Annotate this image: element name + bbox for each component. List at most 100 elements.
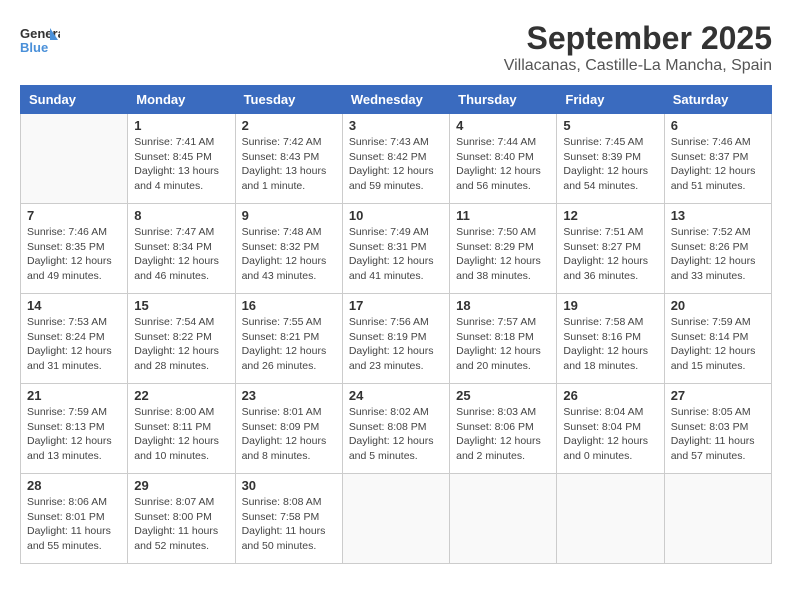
day-number: 3 (349, 118, 443, 133)
day-info: Sunrise: 7:50 AM Sunset: 8:29 PM Dayligh… (456, 225, 550, 284)
calendar-cell: 21 Sunrise: 7:59 AM Sunset: 8:13 PM Dayli… (21, 384, 128, 474)
day-of-week-sunday: Sunday (21, 86, 128, 114)
calendar-cell (557, 474, 664, 564)
day-info: Sunrise: 7:42 AM Sunset: 8:43 PM Dayligh… (242, 135, 336, 194)
calendar-cell: 20Sunrise: 7:59 AM Sunset: 8:14 PM Dayli… (664, 294, 771, 384)
subtitle: Villacanas, Castille-La Mancha, Spain (504, 57, 772, 75)
day-number: 12 (563, 208, 657, 223)
calendar-cell: 1 Sunrise: 7:41 AM Sunset: 8:45 PM Daylig… (128, 114, 235, 204)
logo-icon: General Blue (20, 20, 60, 60)
day-info: Sunrise: 7:52 AM Sunset: 8:26 PM Dayligh… (671, 225, 765, 284)
day-number: 20 (671, 298, 765, 313)
day-info: Sunrise: 7:59 AM Sunset: 8:13 PM Dayligh… (27, 405, 121, 464)
calendar-cell: 7 Sunrise: 7:46 AM Sunset: 8:35 PM Daylig… (21, 204, 128, 294)
calendar-cell: 3 Sunrise: 7:43 AM Sunset: 8:42 PM Daylig… (342, 114, 449, 204)
calendar-cell: 28 Sunrise: 8:06 AM Sunset: 8:01 PM Dayli… (21, 474, 128, 564)
day-number: 4 (456, 118, 550, 133)
week-row-3: 14Sunrise: 7:53 AM Sunset: 8:24 PM Dayli… (21, 294, 772, 384)
day-info: Sunrise: 7:53 AM Sunset: 8:24 PM Dayligh… (27, 315, 121, 374)
day-of-week-friday: Friday (557, 86, 664, 114)
calendar-cell: 29Sunrise: 8:07 AM Sunset: 8:00 PM Dayli… (128, 474, 235, 564)
day-number: 30 (242, 478, 336, 493)
day-info: Sunrise: 7:56 AM Sunset: 8:19 PM Dayligh… (349, 315, 443, 374)
day-info: Sunrise: 7:55 AM Sunset: 8:21 PM Dayligh… (242, 315, 336, 374)
calendar-table: SundayMondayTuesdayWednesdayThursdayFrid… (20, 85, 772, 564)
day-number: 21 (27, 388, 121, 403)
day-number: 19 (563, 298, 657, 313)
day-info: Sunrise: 7:49 AM Sunset: 8:31 PM Dayligh… (349, 225, 443, 284)
day-info: Sunrise: 8:01 AM Sunset: 8:09 PM Dayligh… (242, 405, 336, 464)
svg-text:Blue: Blue (20, 40, 48, 55)
day-header-row: SundayMondayTuesdayWednesdayThursdayFrid… (21, 86, 772, 114)
day-number: 8 (134, 208, 228, 223)
calendar-cell: 19Sunrise: 7:58 AM Sunset: 8:16 PM Dayli… (557, 294, 664, 384)
calendar-cell: 8Sunrise: 7:47 AM Sunset: 8:34 PM Daylig… (128, 204, 235, 294)
calendar-cell: 17 Sunrise: 7:56 AM Sunset: 8:19 PM Dayli… (342, 294, 449, 384)
day-number: 18 (456, 298, 550, 313)
day-number: 10 (349, 208, 443, 223)
calendar-cell: 15 Sunrise: 7:54 AM Sunset: 8:22 PM Dayli… (128, 294, 235, 384)
day-number: 2 (242, 118, 336, 133)
day-info: Sunrise: 8:05 AM Sunset: 8:03 PM Dayligh… (671, 405, 765, 464)
day-number: 13 (671, 208, 765, 223)
day-number: 7 (27, 208, 121, 223)
day-info: Sunrise: 8:07 AM Sunset: 8:00 PM Dayligh… (134, 495, 228, 554)
day-info: Sunrise: 7:43 AM Sunset: 8:42 PM Dayligh… (349, 135, 443, 194)
day-info: Sunrise: 8:03 AM Sunset: 8:06 PM Dayligh… (456, 405, 550, 464)
day-number: 24 (349, 388, 443, 403)
day-number: 26 (563, 388, 657, 403)
day-number: 17 (349, 298, 443, 313)
month-title: September 2025 (504, 20, 772, 57)
week-row-5: 28 Sunrise: 8:06 AM Sunset: 8:01 PM Dayli… (21, 474, 772, 564)
calendar-cell: 5 Sunrise: 7:45 AM Sunset: 8:39 PM Daylig… (557, 114, 664, 204)
day-info: Sunrise: 7:51 AM Sunset: 8:27 PM Dayligh… (563, 225, 657, 284)
day-info: Sunrise: 7:54 AM Sunset: 8:22 PM Dayligh… (134, 315, 228, 374)
calendar-cell: 2 Sunrise: 7:42 AM Sunset: 8:43 PM Daylig… (235, 114, 342, 204)
day-number: 28 (27, 478, 121, 493)
calendar-cell: 12 Sunrise: 7:51 AM Sunset: 8:27 PM Dayli… (557, 204, 664, 294)
week-row-4: 21 Sunrise: 7:59 AM Sunset: 8:13 PM Dayli… (21, 384, 772, 474)
calendar-cell: 9 Sunrise: 7:48 AM Sunset: 8:32 PM Daylig… (235, 204, 342, 294)
day-number: 15 (134, 298, 228, 313)
day-number: 9 (242, 208, 336, 223)
day-number: 1 (134, 118, 228, 133)
day-info: Sunrise: 7:48 AM Sunset: 8:32 PM Dayligh… (242, 225, 336, 284)
calendar-cell: 18 Sunrise: 7:57 AM Sunset: 8:18 PM Dayli… (450, 294, 557, 384)
day-of-week-wednesday: Wednesday (342, 86, 449, 114)
day-info: Sunrise: 7:45 AM Sunset: 8:39 PM Dayligh… (563, 135, 657, 194)
day-info: Sunrise: 8:02 AM Sunset: 8:08 PM Dayligh… (349, 405, 443, 464)
week-row-1: 1 Sunrise: 7:41 AM Sunset: 8:45 PM Daylig… (21, 114, 772, 204)
calendar-cell: 14Sunrise: 7:53 AM Sunset: 8:24 PM Dayli… (21, 294, 128, 384)
calendar-cell: 4 Sunrise: 7:44 AM Sunset: 8:40 PM Daylig… (450, 114, 557, 204)
calendar-cell: 11 Sunrise: 7:50 AM Sunset: 8:29 PM Dayli… (450, 204, 557, 294)
calendar-cell: 24 Sunrise: 8:02 AM Sunset: 8:08 PM Dayli… (342, 384, 449, 474)
title-block: September 2025 Villacanas, Castille-La M… (504, 20, 772, 75)
day-info: Sunrise: 7:41 AM Sunset: 8:45 PM Dayligh… (134, 135, 228, 194)
day-info: Sunrise: 8:06 AM Sunset: 8:01 PM Dayligh… (27, 495, 121, 554)
day-info: Sunrise: 7:57 AM Sunset: 8:18 PM Dayligh… (456, 315, 550, 374)
calendar-cell (664, 474, 771, 564)
day-of-week-tuesday: Tuesday (235, 86, 342, 114)
day-number: 5 (563, 118, 657, 133)
day-of-week-monday: Monday (128, 86, 235, 114)
calendar-cell: 27 Sunrise: 8:05 AM Sunset: 8:03 PM Dayli… (664, 384, 771, 474)
day-info: Sunrise: 8:04 AM Sunset: 8:04 PM Dayligh… (563, 405, 657, 464)
day-info: Sunrise: 7:44 AM Sunset: 8:40 PM Dayligh… (456, 135, 550, 194)
calendar-cell (342, 474, 449, 564)
calendar-cell: 25Sunrise: 8:03 AM Sunset: 8:06 PM Dayli… (450, 384, 557, 474)
day-number: 27 (671, 388, 765, 403)
calendar-cell: 13 Sunrise: 7:52 AM Sunset: 8:26 PM Dayli… (664, 204, 771, 294)
day-info: Sunrise: 7:46 AM Sunset: 8:35 PM Dayligh… (27, 225, 121, 284)
page-header: General Blue September 2025 Villacanas, … (20, 20, 772, 75)
day-number: 6 (671, 118, 765, 133)
calendar-cell (450, 474, 557, 564)
calendar-cell (21, 114, 128, 204)
calendar-cell: 16Sunrise: 7:55 AM Sunset: 8:21 PM Dayli… (235, 294, 342, 384)
logo: General Blue (20, 20, 66, 60)
calendar-cell: 26 Sunrise: 8:04 AM Sunset: 8:04 PM Dayli… (557, 384, 664, 474)
calendar-cell: 6 Sunrise: 7:46 AM Sunset: 8:37 PM Daylig… (664, 114, 771, 204)
day-of-week-thursday: Thursday (450, 86, 557, 114)
day-number: 11 (456, 208, 550, 223)
day-info: Sunrise: 8:00 AM Sunset: 8:11 PM Dayligh… (134, 405, 228, 464)
day-info: Sunrise: 7:46 AM Sunset: 8:37 PM Dayligh… (671, 135, 765, 194)
